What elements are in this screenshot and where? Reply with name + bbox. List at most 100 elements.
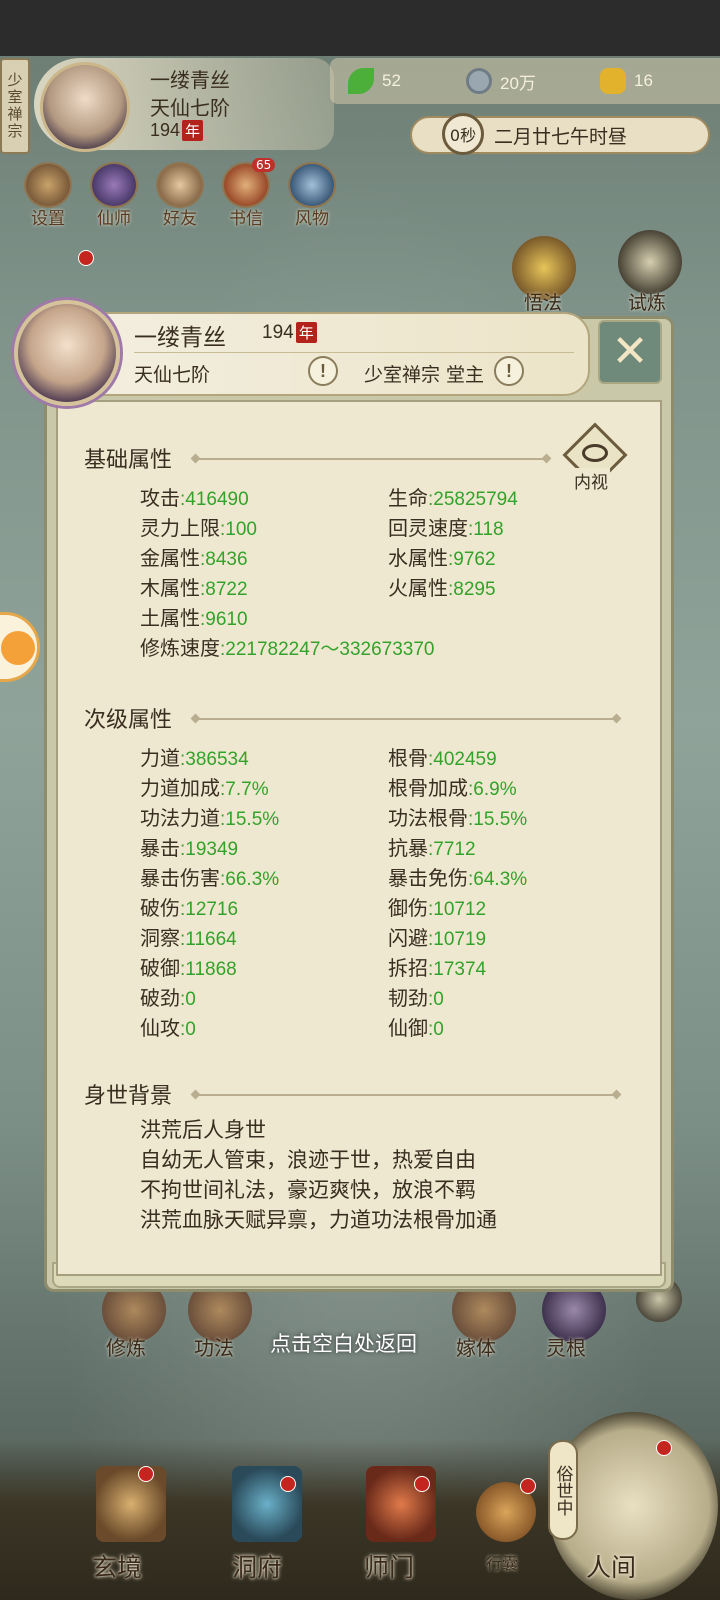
stat-value: 8722 [205,579,248,600]
stat-value: 402459 [433,749,497,770]
background-line: 自幼无人管束，浪迹于世，热爱自由 [140,1148,476,1172]
stat-label: 金属性 [140,546,200,570]
player-header[interactable]: 一缕青丝 天仙七阶 194 年 [34,58,334,152]
stat-value: 11868 [185,959,237,980]
stat-label: 仙御 [388,1016,428,1040]
stat-value: 0 [185,989,196,1010]
stat-wood: 木属性:8722 [140,576,248,600]
realm-info-icon[interactable]: ! [308,356,338,386]
stat-value: 10712 [433,899,487,920]
floating-assistant-button[interactable] [0,612,40,682]
stat-label: 拆招 [388,956,428,980]
technique-button[interactable]: 功法 [194,1332,234,1361]
realm-nav-icon [96,1466,166,1542]
nav-realm-dot [138,1466,154,1482]
inner-view-button[interactable]: 内视 [562,422,628,493]
nav-cave-dot [280,1476,296,1492]
resource-coin[interactable]: 20万 [448,68,582,94]
stat-label: 破劲 [140,986,180,1010]
stat-label: 生命 [388,486,428,510]
background-line: 洪荒血脉天赋异禀，力道功法根骨加通 [140,1208,497,1232]
time-indicator[interactable]: 0秒 二月廿七午时昼 [410,113,710,155]
background-text-scroll[interactable]: 洪荒后人身世 自幼无人管束，浪迹于世，热爱自由 不拘世间礼法，豪迈爽快，放浪不羁… [56,1106,662,1240]
stat-secondary: 功法力道:15.5% [140,806,280,830]
stat-value: 64.3% [473,869,528,890]
stat-value: 15.5% [225,809,280,830]
stat-attack: 攻击:416490 [140,486,249,510]
stat-label: 闪避 [388,926,428,950]
nav-sect-dot [414,1476,430,1492]
stat-label: 韧劲 [388,986,428,1010]
quick-master-button[interactable]: 仙师 [88,162,140,229]
muscle-icon [600,68,626,94]
nav-realm[interactable]: 玄境 [92,1548,142,1584]
stat-secondary: 仙攻:0 [140,1016,196,1040]
character-sect-title: 少室禅宗 堂主 [364,364,485,386]
quick-scenery-button[interactable]: 风物 [286,162,338,229]
stat-value: 118 [473,519,504,540]
stat-secondary: 暴击免伤:64.3% [388,866,528,890]
stat-label: 御伤 [388,896,428,920]
stat-value: 0 [433,1019,444,1040]
stat-label: 力道 [140,746,180,770]
stat-label: 力道加成 [140,776,220,800]
game-screen: 52 20万 16 少室禅宗 一缕青丝 天仙七阶 194 年 0秒 二月廿七午时昼… [0,0,720,1600]
resource-coin-value: 20万 [500,73,536,93]
tap-to-return-hint[interactable]: 点击空白处返回 [270,1328,417,1358]
character-age: 194 年 [262,322,317,344]
stat-earth: 土属性:9610 [140,606,248,630]
quick-friends-button[interactable]: 好友 [154,162,206,229]
stat-value: 17374 [433,959,487,980]
stat-label: 根骨加成 [388,776,468,800]
stat-label: 洞察 [140,926,180,950]
stat-label: 水属性 [388,546,448,570]
resource-muscle[interactable]: 16 [582,68,700,94]
section-divider [196,718,616,720]
cultivate-button[interactable]: 修炼 [106,1332,146,1361]
stat-secondary: 破劲:0 [140,986,196,1010]
master-icon [90,162,138,208]
character-realm: 天仙七阶 [134,364,211,386]
stat-cultivation-speed: 修炼速度:221782247～332673370 [140,636,435,660]
sect-info-icon[interactable]: ! [494,356,524,386]
stat-label: 功法根骨 [388,806,468,830]
stat-value: 66.3% [225,869,280,890]
stat-value: 7712 [433,839,476,860]
player-age: 194 年 [150,120,204,141]
character-age-unit: 年 [295,322,317,343]
scenery-icon [288,162,336,208]
trial-button[interactable] [618,230,682,294]
character-avatar [14,300,120,406]
stat-value: 0 [185,1019,196,1040]
stat-value: 7.7% [225,779,269,800]
body-refine-button[interactable]: 嫁体 [456,1332,496,1361]
stat-label: 破伤 [140,896,180,920]
stat-secondary: 破伤:12716 [140,896,239,920]
quick-settings-label: 设置 [31,209,65,229]
stat-label: 修炼速度 [140,636,220,660]
sect-tag[interactable]: 少室禅宗 [0,58,30,154]
resource-bar: 52 20万 16 [330,58,720,104]
world-dot [656,1440,672,1456]
timer-dial: 0秒 [442,113,484,155]
stat-label: 暴击伤害 [140,866,220,890]
quick-letter-button[interactable]: 65 书信 [220,158,276,229]
resource-leaf[interactable]: 52 [330,68,448,94]
world-label: 人间 [586,1553,637,1582]
stat-value: 10719 [433,929,487,950]
stat-value: 221782247～332673370 [225,639,435,660]
quick-settings-button[interactable]: 设置 [22,162,74,229]
nav-cave[interactable]: 洞府 [232,1548,282,1584]
player-avatar[interactable] [40,62,130,152]
nav-sect[interactable]: 师门 [364,1548,414,1584]
section-divider [196,458,546,460]
stat-label: 仙攻 [140,1016,180,1040]
quick-scenery-label: 风物 [295,209,329,229]
quick-menu: 设置 仙师 好友 65 书信 风物 [22,158,338,229]
friends-icon [156,162,204,208]
close-button[interactable]: ✕ [598,320,662,384]
basic-attributes-title: 基础属性 [84,448,173,473]
stat-label: 抗暴 [388,836,428,860]
spirit-root-button[interactable]: 灵根 [546,1332,586,1361]
stat-mana-cap: 灵力上限:100 [140,516,257,540]
